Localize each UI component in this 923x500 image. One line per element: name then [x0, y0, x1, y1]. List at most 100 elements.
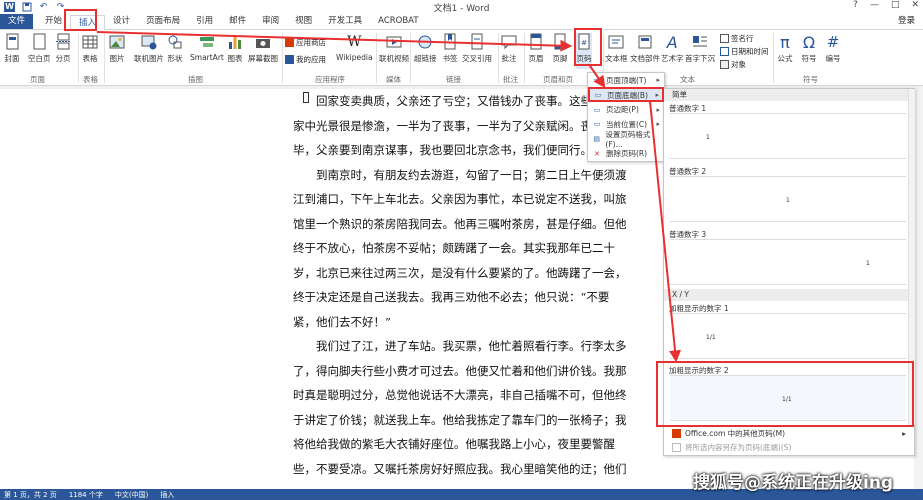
document-line[interactable]: 馆里一个熟识的茶房陪我同去。他再三嘱咐茶房，甚是仔细。但他 — [293, 212, 633, 237]
maximize-button[interactable]: □ — [891, 0, 900, 10]
document-line[interactable]: 些，不要受凉。又嘱托茶房好好照应我。我心里暗笑他的迂；他们 — [293, 457, 633, 482]
document-line[interactable]: 时真是聪明过分，总觉他说话不大漂亮，非自己插嘴不可，但他终 — [293, 383, 633, 408]
gallery-item-plain-2[interactable]: 1 — [670, 176, 906, 222]
gallery-item-bold-2[interactable]: 1/1 — [670, 375, 906, 421]
textbox-button[interactable]: 文本框 — [605, 33, 628, 69]
status-language[interactable]: 中文(中国) — [115, 490, 148, 500]
table-button[interactable]: 表格 — [82, 33, 98, 69]
menu-item-page-bottom[interactable]: ▭ 页面底端(B) ▸ — [588, 87, 664, 103]
cross-reference-button[interactable]: 交叉引用 — [462, 33, 492, 69]
smartart-icon — [199, 33, 215, 51]
cover-page-icon — [4, 33, 20, 51]
omega-icon: Ω — [802, 32, 816, 52]
document-line[interactable]: 终于不放心，怕茶房不妥帖；颇踌躇了一会。其实我那年已二十 — [293, 236, 633, 261]
gallery-save-selection[interactable]: 将所选内容另存为页码(底端)(S) — [664, 442, 914, 453]
group-label-pages: 页面 — [30, 75, 45, 84]
menu-item-page-top[interactable]: ▭ 页面顶端(T) ▸ — [588, 73, 664, 88]
document-line[interactable]: 我们过了江，进了车站。我买票，他忙着照看行李。行李太多 — [293, 334, 633, 359]
gallery-item-plain-3[interactable]: 1 — [670, 239, 906, 285]
pi-icon: π — [780, 32, 790, 52]
bookmark-icon — [442, 33, 458, 51]
document-line[interactable]: 回家变卖典质，父亲还了亏空；又借钱办了丧事。这些日子， — [293, 89, 633, 114]
screenshot-button[interactable]: 屏幕截图 — [248, 33, 278, 69]
footer-icon — [552, 33, 568, 51]
shapes-button[interactable]: 形状 — [167, 33, 183, 69]
smartart-button[interactable]: SmartArt — [190, 33, 224, 69]
tab-file[interactable]: 文件 — [0, 14, 34, 29]
header-button[interactable]: 页眉 — [528, 33, 544, 69]
bookmark-button[interactable]: 书签 — [442, 33, 458, 69]
blank-page-button[interactable]: 空白页 — [28, 33, 51, 69]
equation-button[interactable]: π 公式 — [777, 33, 793, 69]
page-break-icon — [55, 33, 71, 51]
status-words[interactable]: 1184 个字 — [69, 490, 103, 500]
tab-developer[interactable]: 开发工具 — [320, 14, 370, 29]
object-button[interactable]: 对象 — [720, 59, 746, 70]
document-line[interactable]: 终于决定还是自己送我去。我再三劝他不必去；他只说：“不要 — [293, 285, 633, 310]
delete-icon: ✕ — [594, 149, 600, 158]
group-label-apps: 应用程序 — [315, 75, 345, 84]
minimize-button[interactable]: — — [870, 0, 879, 10]
help-button[interactable]: ? — [853, 0, 858, 10]
document-parts-button[interactable]: 文档部件 — [630, 33, 660, 69]
tab-mailings[interactable]: 邮件 — [221, 14, 254, 29]
wikipedia-button[interactable]: W Wikipedia — [336, 33, 373, 69]
status-mode[interactable]: 插入 — [160, 490, 174, 500]
ribbon-tabs: 文件 开始 插入 设计 页面布局 引用 邮件 审阅 视图 开发工具 ACROBA… — [0, 14, 923, 30]
symbol-button[interactable]: Ω 符号 — [801, 33, 817, 69]
date-time-button[interactable]: 日期和时间 — [720, 46, 769, 57]
tab-acrobat[interactable]: ACROBAT — [370, 14, 426, 29]
document-line[interactable]: 岁，北京已来往过两三次，是没有什么要紧的了。他踌躇了一会， — [293, 261, 633, 286]
group-label-text: 文本 — [680, 75, 695, 84]
menu-item-page-margin[interactable]: ▭ 页边距(P) ▸ — [588, 102, 664, 117]
tab-references[interactable]: 引用 — [188, 14, 221, 29]
tab-layout[interactable]: 页面布局 — [138, 14, 188, 29]
online-picture-button[interactable]: 联机图片 — [134, 33, 164, 69]
tab-insert[interactable]: 插入 — [70, 15, 106, 30]
page-break-button[interactable]: 分页 — [55, 33, 71, 69]
number-button[interactable]: # 编号 — [825, 33, 841, 69]
tab-home[interactable]: 开始 — [37, 14, 70, 29]
group-separator — [282, 33, 283, 83]
gallery-more-office-link[interactable]: Office.com 中的其他页码(M) ▸ — [664, 428, 914, 439]
page-bottom-gallery: 简单 普通数字 1 1 普通数字 2 1 普通数字 3 1 X / Y 加粗显示… — [663, 88, 915, 456]
close-button[interactable]: ✕ — [911, 0, 919, 10]
footer-button[interactable]: 页脚 — [552, 33, 568, 69]
gallery-item-bold-1[interactable]: 1/1 — [670, 313, 906, 359]
signature-line-button[interactable]: 签名行 — [720, 33, 754, 44]
document-line[interactable]: 了，得向脚夫行些小费才可过去。他便又忙着和他们讲价钱。我那 — [293, 359, 633, 384]
document-body[interactable]: 回家变卖典质，父亲还了亏空；又借钱办了丧事。这些日子， 家中光景很是惨澹，一半为了… — [293, 89, 633, 481]
menu-item-delete[interactable]: ✕ 删除页码(R) — [588, 146, 664, 161]
cross-reference-icon — [469, 33, 485, 51]
cover-button[interactable]: 封面 — [4, 33, 20, 69]
status-page[interactable]: 第 1 页，共 2 页 — [4, 490, 57, 500]
drop-cap-button[interactable]: 首字下沉 — [685, 33, 715, 69]
document-line[interactable]: 江到浦口，下午上车北去。父亲因为事忙，本已说定不送我，叫旅 — [293, 187, 633, 212]
document-line[interactable]: 紧，他们去不好！” — [293, 310, 633, 335]
menu-item-format[interactable]: ▤ 设置页码格式(F)... — [588, 130, 664, 149]
document-line[interactable]: 家中光景很是惨澹，一半为了丧事，一半为了父亲赋闲。丧事完 — [293, 114, 633, 139]
document-line[interactable]: 于讲定了价钱；就送我上车。他给我拣定了靠车门的一张椅子；我 — [293, 408, 633, 433]
document-line[interactable]: 毕，父亲要到南京谋事，我也要回北京念书，我们便同行。 — [293, 138, 633, 163]
my-apps-button[interactable]: 我的应用 — [285, 54, 326, 65]
hyperlink-button[interactable]: 超链接 — [414, 33, 437, 69]
textbox-icon — [608, 33, 624, 51]
tab-view[interactable]: 视图 — [287, 14, 320, 29]
picture-button[interactable]: 图片 — [109, 33, 125, 69]
page-number-button[interactable]: # 页码 — [576, 33, 592, 69]
chart-button[interactable]: 图表 — [227, 33, 243, 69]
vertical-scrollbar[interactable] — [914, 89, 923, 489]
group-label-comments: 批注 — [503, 75, 518, 84]
document-line[interactable]: 到南京时，有朋友约去游逛，勾留了一日；第二日上午便须渡 — [293, 163, 633, 188]
document-line[interactable]: 将他给我做的紫毛大衣铺好座位。他嘱我路上小心，夜里要警醒 — [293, 432, 633, 457]
login-link[interactable]: 登录 — [890, 14, 923, 29]
wordart-button[interactable]: A 艺术字 — [661, 33, 684, 69]
tab-design[interactable]: 设计 — [105, 14, 138, 29]
app-store-button[interactable]: 应用商店 — [285, 37, 326, 48]
gallery-scrollbar[interactable] — [908, 89, 915, 425]
group-separator — [498, 33, 499, 83]
tab-review[interactable]: 审阅 — [254, 14, 287, 29]
online-video-button[interactable]: 联机视频 — [379, 33, 409, 69]
comment-button[interactable]: 批注 — [501, 33, 517, 69]
gallery-item-plain-1[interactable]: 1 — [670, 113, 906, 159]
